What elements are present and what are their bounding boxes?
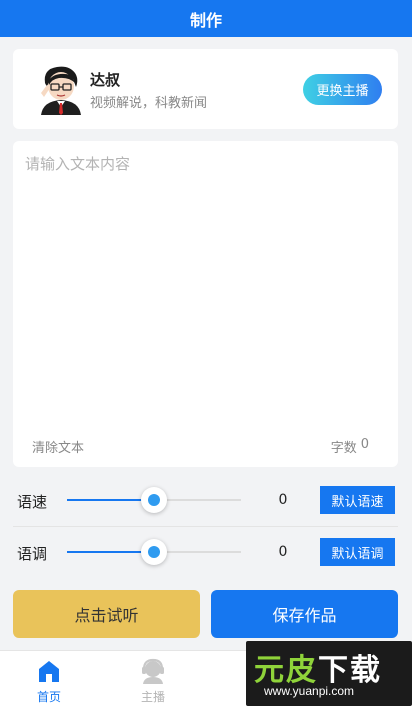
tab-home[interactable]: 首页 [9,651,89,706]
speed-slider-thumb[interactable] [141,487,167,513]
pitch-slider-thumb[interactable] [141,539,167,565]
pitch-value: 0 [278,544,288,560]
listen-button[interactable]: 点击试听 [13,590,200,638]
word-count-label: 字数 [330,441,357,456]
speed-slider[interactable] [67,487,241,513]
page-header: 制作 [0,0,412,37]
pitch-label: 语调 [17,545,48,563]
tab-anchor-label: 主播 [140,690,165,704]
watermark-logo: 元皮下载 www.yuanpi.com [246,641,412,706]
page-title: 制作 [189,10,222,30]
anchor-description: 视频解说，科教新闻 [90,96,208,111]
home-icon [39,661,59,682]
speed-label: 语速 [17,493,48,511]
speed-value: 0 [278,492,288,508]
word-count: 字数 0 [331,437,369,456]
anchor-headset-icon [142,658,164,684]
word-count-value: 0 [360,437,369,452]
watermark-title-part1: 元皮 [254,653,318,688]
pitch-row: 语调 0 默认语调 [0,527,412,577]
watermark-url: www.yuanpi.com [264,684,355,698]
speed-row: 语速 0 默认语速 [0,475,412,525]
anchor-avatar [41,66,81,115]
default-pitch-button[interactable]: 默认语调 [320,538,395,566]
tab-anchor[interactable]: 主播 [113,651,193,706]
text-input[interactable] [25,153,385,423]
switch-anchor-button[interactable]: 更换主播 [303,74,382,105]
clear-text-button[interactable]: 清除文本 [32,437,84,456]
anchor-name: 达叔 [90,71,121,89]
watermark-title: 元皮下载 [254,645,382,689]
default-speed-button[interactable]: 默认语速 [320,486,395,514]
text-editor-card: 清除文本 字数 0 [13,141,398,467]
watermark-title-part2: 下载 [318,653,382,688]
anchor-card: 达叔 视频解说，科教新闻 更换主播 [13,49,398,129]
pitch-slider[interactable] [67,539,241,565]
tab-home-label: 首页 [36,690,61,704]
save-work-button[interactable]: 保存作品 [211,590,398,638]
